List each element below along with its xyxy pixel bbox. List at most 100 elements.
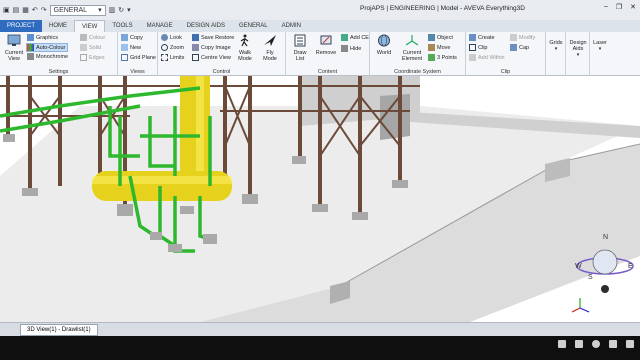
grid-plane-button[interactable]: Grid Plane bbox=[121, 54, 156, 61]
hide-button[interactable]: Hide bbox=[341, 45, 361, 52]
group-design-aids: Design Aids ▾ bbox=[566, 32, 590, 76]
copy-view-button[interactable]: Copy bbox=[121, 34, 143, 41]
walk-icon bbox=[240, 34, 249, 47]
tab-design-aids[interactable]: DESIGN AIDS bbox=[180, 20, 232, 32]
remove-button[interactable]: Remove bbox=[312, 32, 340, 56]
object-icon bbox=[428, 34, 435, 41]
copy-image-button[interactable]: Copy Image bbox=[192, 44, 231, 51]
world-button[interactable]: World bbox=[371, 32, 397, 56]
close-button[interactable]: ✕ bbox=[630, 3, 636, 11]
modify-clip-button[interactable]: Modify bbox=[510, 34, 535, 41]
settings-icon[interactable] bbox=[592, 340, 600, 348]
svg-text:E: E bbox=[628, 263, 633, 270]
clip-button[interactable]: Clip bbox=[469, 44, 487, 51]
limits-icon bbox=[161, 54, 168, 61]
refresh-icon[interactable]: ↻ bbox=[118, 6, 124, 14]
svg-text:W: W bbox=[575, 263, 582, 270]
walk-mode-button[interactable]: Walk Mode bbox=[232, 32, 258, 62]
tab-view[interactable]: VIEW bbox=[74, 20, 106, 32]
centre-view-button[interactable]: Centre View bbox=[192, 54, 231, 61]
tab-3d-view[interactable]: 3D View(1) - Drawlist(1) bbox=[20, 324, 98, 336]
copy-icon bbox=[121, 34, 128, 41]
move-button[interactable]: Move bbox=[428, 44, 450, 51]
volume-icon[interactable] bbox=[558, 340, 566, 348]
captions-icon[interactable] bbox=[575, 340, 583, 348]
current-view-button[interactable]: Current View bbox=[1, 32, 27, 62]
grids-button[interactable]: Grids ▾ bbox=[546, 40, 566, 52]
object-button[interactable]: Object bbox=[428, 34, 453, 41]
group-settings: Current View Graphics Auto-Colour Monoch… bbox=[0, 32, 118, 76]
look-button[interactable]: Look bbox=[161, 34, 182, 41]
create-clip-button[interactable]: Create bbox=[469, 34, 495, 41]
three-points-button[interactable]: 3 Points bbox=[428, 54, 457, 61]
chevron-down-icon: ▾ bbox=[554, 46, 558, 52]
solid-button[interactable]: Solid bbox=[80, 44, 101, 51]
video-control-bar bbox=[0, 336, 640, 360]
group-label-coordinate-system: Coordinate System bbox=[394, 69, 441, 75]
edges-button[interactable]: Edges bbox=[80, 54, 105, 61]
app-menu-icon[interactable]: ▣ bbox=[3, 6, 10, 14]
zoom-button[interactable]: Zoom bbox=[161, 44, 184, 51]
group-label-content: Content bbox=[317, 69, 338, 75]
3d-viewport[interactable]: N W S E bbox=[0, 76, 640, 322]
colour-icon bbox=[80, 34, 87, 41]
ribbon: Current View Graphics Auto-Colour Monoch… bbox=[0, 32, 640, 76]
grid-icon[interactable]: ▥ bbox=[109, 6, 116, 14]
tab-home[interactable]: HOME bbox=[42, 20, 74, 32]
maximize-button[interactable]: ❐ bbox=[616, 3, 622, 11]
add-ce-button[interactable]: Add CE bbox=[341, 34, 369, 41]
tab-tools[interactable]: TOOLS bbox=[105, 20, 139, 32]
graphics-button[interactable]: Graphics bbox=[27, 34, 58, 41]
fly-icon bbox=[264, 35, 276, 46]
window-title: ProjAPS | ENGINEERING | Model - AVEVA Ev… bbox=[360, 5, 525, 12]
navcube-home-icon[interactable] bbox=[601, 285, 609, 293]
axes-icon bbox=[405, 35, 419, 46]
graphics-icon bbox=[27, 34, 34, 41]
tab-project[interactable]: PROJECT bbox=[0, 20, 43, 32]
remove-icon bbox=[320, 35, 332, 45]
open-icon[interactable]: ▦ bbox=[22, 6, 29, 14]
grid-plane-icon bbox=[121, 54, 128, 61]
colour-button[interactable]: Colour bbox=[80, 34, 105, 41]
fly-mode-button[interactable]: Fly Mode bbox=[257, 32, 283, 62]
group-views: Copy New Grid Plane Views bbox=[118, 32, 158, 76]
eye-icon bbox=[161, 34, 168, 41]
limits-button[interactable]: Limits bbox=[161, 54, 184, 61]
draw-list-button[interactable]: Draw List bbox=[287, 32, 313, 62]
minimize-button[interactable]: – bbox=[604, 3, 608, 11]
current-element-button[interactable]: Current Element bbox=[397, 32, 427, 62]
modify-icon bbox=[510, 34, 517, 41]
title-bar: ▣ ▤ ▦ ↶ ↷ GENERAL ▾ ▥ ↻ ▾ ProjAPS | ENGI… bbox=[0, 0, 640, 20]
save-restore-button[interactable]: Save Restore bbox=[192, 34, 234, 41]
auto-colour-button[interactable]: Auto-Colour bbox=[26, 43, 69, 52]
fullscreen-icon[interactable] bbox=[609, 340, 617, 348]
save-icon[interactable]: ▤ bbox=[13, 6, 20, 14]
new-view-button[interactable]: New bbox=[121, 44, 141, 51]
monochrome-icon bbox=[27, 53, 34, 60]
auto-colour-icon bbox=[27, 44, 34, 51]
monochrome-button[interactable]: Monochrome bbox=[27, 53, 68, 60]
expand-icon[interactable] bbox=[626, 340, 634, 348]
group-label-settings: Settings bbox=[48, 69, 69, 75]
redo-icon[interactable]: ↷ bbox=[41, 6, 47, 14]
add-within-button[interactable]: Add Within bbox=[469, 54, 505, 61]
tab-admin[interactable]: ADMIN bbox=[275, 20, 308, 32]
3d-model-scene[interactable]: N W S E bbox=[0, 76, 640, 322]
solid-icon bbox=[80, 44, 87, 51]
undo-icon[interactable]: ↶ bbox=[32, 6, 38, 14]
zoom-icon bbox=[161, 44, 168, 51]
laser-button[interactable]: Laser ▾ bbox=[590, 40, 610, 52]
cap-button[interactable]: Cap bbox=[510, 44, 529, 51]
create-clip-icon bbox=[469, 34, 476, 41]
tab-general[interactable]: GENERAL bbox=[232, 20, 275, 32]
module-dropdown[interactable]: GENERAL ▾ bbox=[49, 4, 106, 16]
points-icon bbox=[428, 54, 435, 61]
chevron-down-icon: ▾ bbox=[576, 52, 580, 58]
svg-text:N: N bbox=[603, 234, 608, 241]
customize-qat-icon[interactable]: ▾ bbox=[127, 6, 131, 14]
axis-triad bbox=[571, 298, 590, 313]
design-aids-button[interactable]: Design Aids ▾ bbox=[566, 40, 590, 58]
tab-manage[interactable]: MANAGE bbox=[140, 20, 180, 32]
group-clip: Create Clip Add Within Modify Cap Clip bbox=[466, 32, 546, 76]
ribbon-tabs: PROJECT HOME VIEW TOOLS MANAGE DESIGN AI… bbox=[0, 20, 640, 32]
